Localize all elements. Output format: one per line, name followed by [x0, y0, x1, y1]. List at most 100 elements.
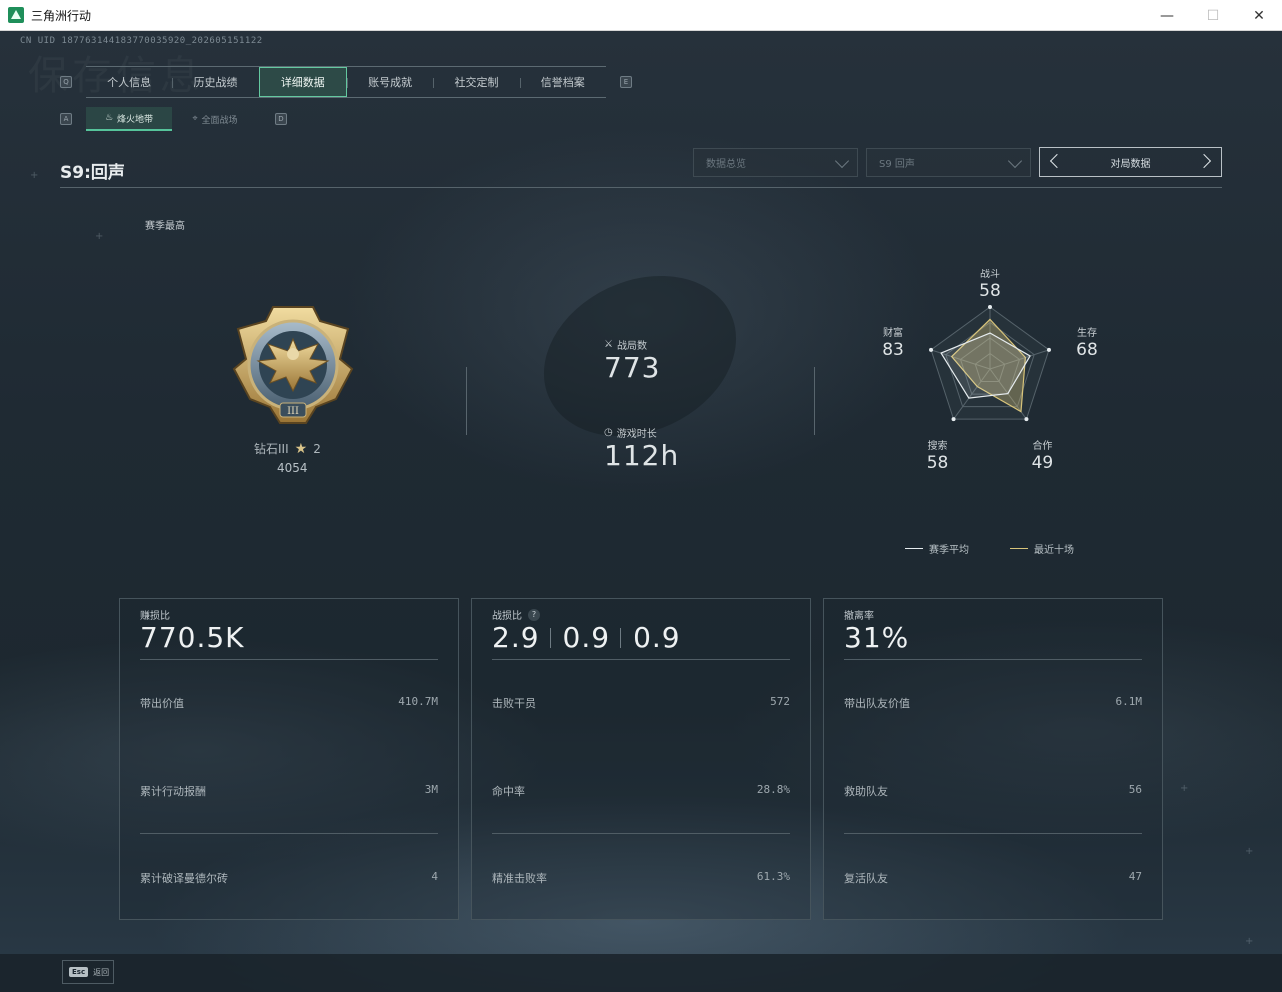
playtime-value: 112h: [604, 439, 680, 472]
window-controls: — ☐ ✕: [1144, 0, 1282, 31]
radar-axis-value: 68: [1076, 340, 1098, 360]
row-key: 击败干员: [492, 697, 536, 710]
card-row: 累计破译曼德尔砖 4: [140, 870, 438, 886]
kd-value: 0.9: [633, 621, 681, 654]
matches-label-group: ⚔ 战局数: [604, 337, 647, 352]
back-button[interactable]: Esc 返回: [62, 960, 114, 984]
pager-label: 对局数据: [1110, 158, 1151, 170]
tab-social[interactable]: 社交定制: [433, 67, 519, 97]
legend-season-avg: 赛季平均: [905, 541, 969, 556]
tab-personal-info[interactable]: 个人信息: [86, 67, 172, 97]
subtab-warzone-extract[interactable]: ♨ 烽火地带: [86, 107, 172, 131]
rank-name: 钻石III: [254, 442, 289, 456]
window-titlebar: 三角洲行动 — ☐ ✕: [0, 0, 1282, 31]
row-key: 命中率: [492, 785, 525, 798]
subtab-full-battlefield[interactable]: ⌖ 全面战场: [172, 107, 258, 131]
playtime-label: 游戏时长: [616, 429, 657, 440]
tab-detailed-data[interactable]: 详细数据: [258, 67, 347, 97]
radar-axis-label: 生存: [1077, 326, 1097, 339]
tab-prev-key-hint[interactable]: Q: [60, 76, 72, 88]
playtime-label-group: ◷ 游戏时长: [604, 425, 657, 440]
radar-axis-value: 83: [882, 340, 904, 360]
decor-plus: +: [1245, 846, 1254, 857]
subtab-prev-key-hint[interactable]: A: [60, 113, 72, 125]
row-value: 56: [1128, 783, 1142, 796]
tab-reputation[interactable]: 信誉档案: [519, 67, 606, 97]
radar-axis-label: 搜索: [928, 439, 948, 452]
chevron-right-icon[interactable]: [1196, 153, 1212, 169]
card-profit-ratio: 赚损比 770.5K 带出价值 410.7M 累计行动报酬 3M 累计破译曼德尔…: [119, 598, 459, 920]
data-type-dropdown[interactable]: 数据总览: [693, 148, 858, 177]
row-value: 4: [431, 870, 438, 883]
decor-plus: +: [95, 231, 104, 242]
legend-swatch: [905, 547, 923, 550]
app-logo-icon: [8, 7, 24, 23]
stopwatch-icon: ◷: [604, 427, 613, 438]
radar-axis-value: 49: [1032, 453, 1054, 473]
row-key: 精准击败率: [492, 872, 547, 885]
legend-swatch: [1010, 547, 1028, 550]
crosshair-icon: ⌖: [192, 114, 198, 124]
svg-text:III: III: [287, 406, 299, 417]
main-tab-bar: 个人信息 历史战绩 详细数据 账号成就 社交定制 信誉档案: [86, 66, 606, 98]
legend-label: 最近十场: [1034, 545, 1074, 556]
player-uid: CN UID 18776314418377003592​0_2026051511…: [20, 36, 263, 46]
card-divider: [492, 833, 790, 834]
card-row: 带出队友价值 6.1M: [844, 695, 1142, 711]
radar-vertex-dot: [951, 417, 956, 422]
radar-axis-value: 58: [979, 281, 1001, 301]
radar-axis-label: 财富: [883, 326, 903, 339]
section-divider: [466, 367, 467, 435]
season-dropdown[interactable]: S9 回声: [866, 148, 1031, 177]
ability-radar-chart: 战斗58生存68合作49搜索58财富83: [882, 269, 1098, 473]
rank-stars: 2: [313, 441, 321, 456]
season-best-label: 赛季最高: [145, 221, 185, 232]
rank-score: 4054: [277, 461, 308, 475]
card-divider: [140, 659, 438, 660]
decor-plus: +: [1180, 783, 1189, 794]
back-label: 返回: [93, 967, 110, 977]
decor-plus: +: [30, 170, 39, 181]
card-divider: [140, 833, 438, 834]
card-big-value: 2.9 0.9 0.9: [492, 621, 681, 654]
crossed-swords-icon: ⚔: [604, 339, 613, 350]
subtab-label: 全面战场: [201, 115, 238, 126]
radar-axis-value: 58: [927, 453, 949, 473]
decor-plus: +: [1245, 936, 1254, 947]
tab-achievements[interactable]: 账号成就: [346, 67, 433, 97]
maximize-button[interactable]: ☐: [1190, 0, 1236, 31]
mode-tab-bar: ♨ 烽火地带 ⌖ 全面战场: [86, 107, 258, 131]
value-separator: [549, 627, 551, 648]
card-big-value: 31%: [844, 621, 910, 654]
matches-value: 773: [604, 351, 661, 384]
rank-badge-icon: III: [232, 306, 354, 424]
matches-label: 战局数: [616, 341, 647, 352]
row-value: 61.3%: [756, 870, 790, 883]
flame-icon: ♨: [104, 113, 114, 123]
card-kd-ratio: 战损比 ? 2.9 0.9 0.9 击败干员 572 命中率 28.8% 精准击…: [471, 598, 811, 920]
value-separator: [620, 627, 622, 648]
section-divider: [814, 367, 815, 435]
subtab-next-key-hint[interactable]: D: [275, 113, 287, 125]
close-button[interactable]: ✕: [1236, 0, 1282, 31]
help-icon[interactable]: ?: [528, 608, 540, 621]
radar-vertex-dot: [988, 305, 992, 309]
row-value: 572: [770, 695, 790, 708]
card-label: 赚损比: [140, 611, 170, 622]
star-icon: ★: [294, 440, 308, 457]
card-row: 精准击败率 61.3%: [492, 870, 790, 886]
chevron-down-icon: [834, 153, 850, 169]
tab-match-history[interactable]: 历史战绩: [172, 67, 258, 97]
card-extraction-rate: 撤离率 31% 带出队友价值 6.1M 救助队友 56 复活队友 47: [823, 598, 1163, 920]
row-key: 累计破译曼德尔砖: [140, 872, 228, 885]
esc-key-icon: Esc: [69, 967, 89, 977]
minimize-button[interactable]: —: [1144, 0, 1190, 31]
card-divider: [844, 659, 1142, 660]
row-value: 410.7M: [398, 695, 438, 708]
chevron-left-icon[interactable]: [1049, 153, 1065, 169]
radar-vertex-dot: [1046, 347, 1051, 352]
season-title: S9:回声: [60, 163, 125, 183]
tab-next-key-hint[interactable]: E: [620, 76, 632, 88]
header-divider: [60, 187, 1222, 188]
row-value: 47: [1128, 870, 1142, 883]
